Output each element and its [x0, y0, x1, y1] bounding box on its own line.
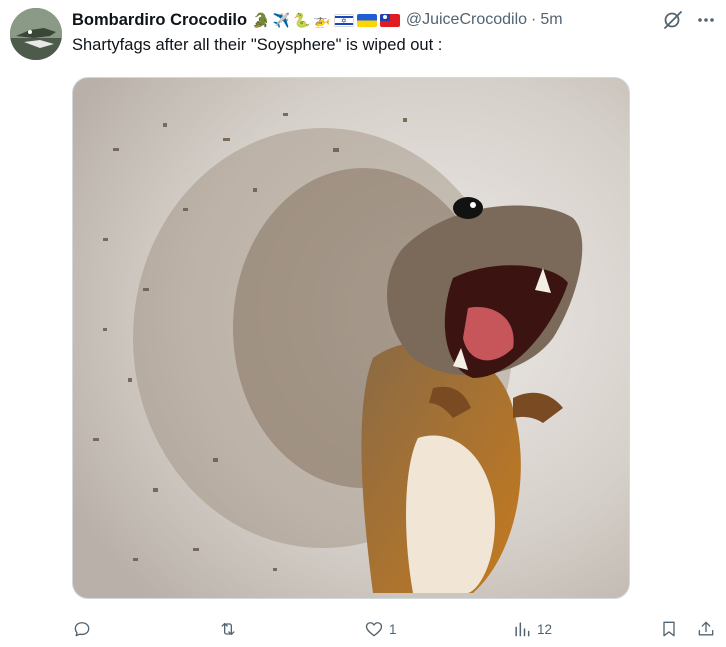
display-name[interactable]: Bombardiro Crocodilo [72, 11, 247, 30]
crocodile-emoji: 🐊 [252, 12, 270, 28]
taiwan-flag-icon [379, 13, 400, 27]
tweet[interactable]: Bombardiro Crocodilo 🐊 ✈️ 🐍 🚁 ✡ @JuiceCr… [0, 0, 726, 647]
views-button[interactable]: 12 [512, 614, 552, 644]
retweet-icon [221, 622, 235, 636]
squirrel-disintegrating-image [73, 78, 629, 598]
tweet-header: Bombardiro Crocodilo 🐊 ✈️ 🐍 🚁 ✡ @JuiceCr… [72, 8, 716, 32]
helicopter-emoji: 🚁 [313, 12, 331, 28]
action-bar: 1 12 [72, 614, 726, 644]
israel-flag-icon: ✡ [333, 13, 354, 27]
retweet-button[interactable] [218, 614, 243, 644]
name-emojis: 🐊 ✈️ 🐍 🚁 ✡ [252, 13, 400, 27]
analytics-icon [515, 622, 530, 637]
tweet-image[interactable] [72, 77, 630, 599]
bookmark-button[interactable] [659, 614, 679, 644]
tweet-text: Shartyfags after all their "Soysphere" i… [72, 36, 443, 54]
share-button[interactable] [696, 614, 716, 644]
separator-dot: · [531, 11, 537, 28]
views-count: 12 [537, 621, 553, 637]
share-icon [698, 621, 714, 636]
ukraine-flag-icon [356, 13, 377, 27]
grok-icon [664, 11, 682, 29]
like-button[interactable]: 1 [364, 614, 397, 644]
reply-button[interactable] [72, 614, 97, 644]
grok-button[interactable] [662, 9, 684, 31]
reply-icon [74, 622, 90, 637]
airplane-emoji: ✈️ [272, 12, 290, 28]
more-icon [698, 18, 714, 22]
handle[interactable]: @JuiceCrocodilo [406, 11, 527, 29]
timestamp[interactable]: 5m [540, 11, 562, 29]
more-button[interactable] [692, 6, 720, 34]
snake-emoji: 🐍 [292, 12, 311, 28]
heart-icon [365, 622, 383, 637]
bookmark-icon [663, 621, 675, 637]
like-count: 1 [389, 621, 397, 637]
avatar[interactable] [10, 8, 62, 60]
